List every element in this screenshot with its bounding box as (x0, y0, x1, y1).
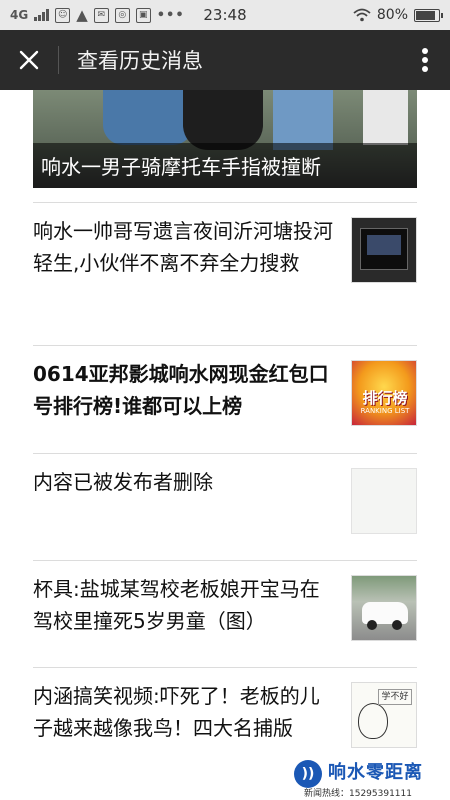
history-message-list[interactable]: 响水一男子骑摩托车手指被撞断 响水一帅哥写遗言夜间沂河塘投河轻生,小伙伴不离不弃… (0, 90, 450, 800)
article-thumbnail (351, 575, 417, 641)
more-button[interactable] (400, 30, 450, 90)
thumbnail-stamp-text: 学不好 (378, 689, 412, 705)
article-item[interactable]: 响水一帅哥写遗言夜间沂河塘投河轻生,小伙伴不离不弃全力搜救 (33, 202, 417, 345)
clock: 23:48 (203, 6, 247, 24)
image-icon: ▣ (135, 7, 151, 23)
battery-icon (414, 8, 443, 22)
warning-icon: ▲ (76, 6, 88, 24)
message-icon: ✉ (93, 7, 109, 23)
search-app-icon: ◎ (114, 7, 130, 23)
notification-icon: ☺ (55, 7, 71, 23)
title-divider (58, 46, 59, 74)
article-title: 内容已被发布者删除 (33, 470, 213, 494)
brand-watermark: )) 响水零距离 新闻热线：15295391111 (294, 756, 444, 799)
wifi-icon (353, 8, 371, 22)
status-bar: 4G ☺ ▲ ✉ ◎ ▣ ••• 23:48 80% (0, 0, 450, 30)
close-button[interactable] (0, 30, 58, 90)
close-icon (19, 50, 39, 70)
article-item[interactable]: 0614亚邦影城响水网现金红包口号排行榜!谁都可以上榜 排行榜 RANKING … (33, 345, 417, 453)
car-wheel (367, 620, 377, 630)
article-thumbnail: 学不好 (351, 682, 417, 748)
page-title: 查看历史消息 (77, 49, 203, 73)
battery-percent: 80% (376, 7, 408, 23)
cover-image-figure (103, 90, 193, 145)
cover-image-figure (363, 90, 408, 145)
cartoon-face-image (358, 703, 388, 739)
thumbnail-ranking-text: 排行榜 (362, 389, 408, 407)
cover-image-figure (273, 90, 333, 150)
article-title: 0614亚邦影城响水网现金红包口号排行榜!谁都可以上榜 (33, 362, 329, 418)
article-thumbnail (351, 217, 417, 283)
thumbnail-screen (360, 228, 408, 270)
cover-article-title: 响水一男子骑摩托车手指被撞断 (41, 155, 321, 179)
article-title: 响水一帅哥写遗言夜间沂河塘投河轻生,小伙伴不离不弃全力搜救 (33, 219, 333, 275)
thumbnail-ranking-subtext: RANKING LIST (360, 407, 410, 415)
brand-logo-icon: )) (294, 760, 322, 788)
article-thumbnail: 排行榜 RANKING LIST (351, 360, 417, 426)
article-item[interactable]: 内容已被发布者删除 (33, 453, 417, 560)
title-bar: 查看历史消息 (0, 30, 450, 90)
more-dots-icon: ••• (156, 7, 185, 23)
brand-name: 响水零距离 (328, 762, 423, 783)
cover-article[interactable]: 响水一男子骑摩托车手指被撞断 (33, 90, 417, 188)
more-vertical-icon (422, 48, 428, 72)
article-item[interactable]: 杯具:盐城某驾校老板娘开宝马在驾校里撞死5岁男童（图） (33, 560, 417, 667)
cover-image-figure (183, 90, 263, 150)
signal-icon (34, 9, 50, 21)
article-title: 杯具:盐城某驾校老板娘开宝马在驾校里撞死5岁男童（图） (33, 577, 320, 633)
brand-hotline: 新闻热线：15295391111 (304, 789, 412, 799)
article-title: 内涵搞笑视频:吓死了！老板的儿子越来越像我鸟！四大名捕版 (33, 684, 320, 740)
battery-fill (416, 10, 436, 20)
network-type: 4G (10, 8, 29, 22)
car-wheel (392, 620, 402, 630)
article-thumbnail-placeholder (351, 468, 417, 534)
